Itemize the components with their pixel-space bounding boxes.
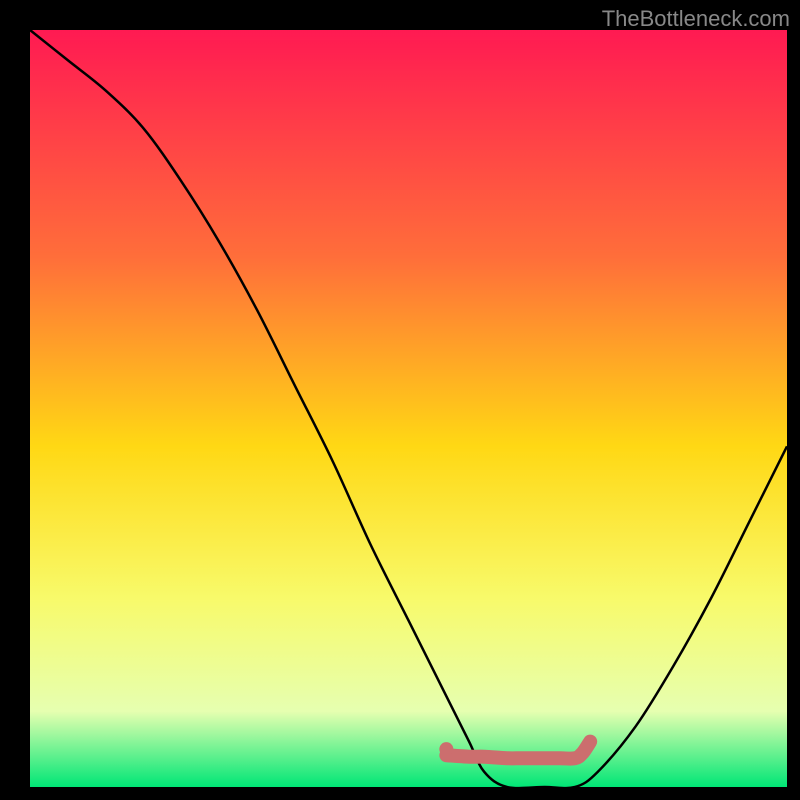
gradient-background [30, 30, 787, 787]
plot-area [30, 30, 787, 787]
chart-container: TheBottleneck.com [0, 0, 800, 800]
watermark: TheBottleneck.com [602, 6, 790, 32]
marker-dot [439, 742, 453, 756]
chart-svg [30, 30, 787, 787]
